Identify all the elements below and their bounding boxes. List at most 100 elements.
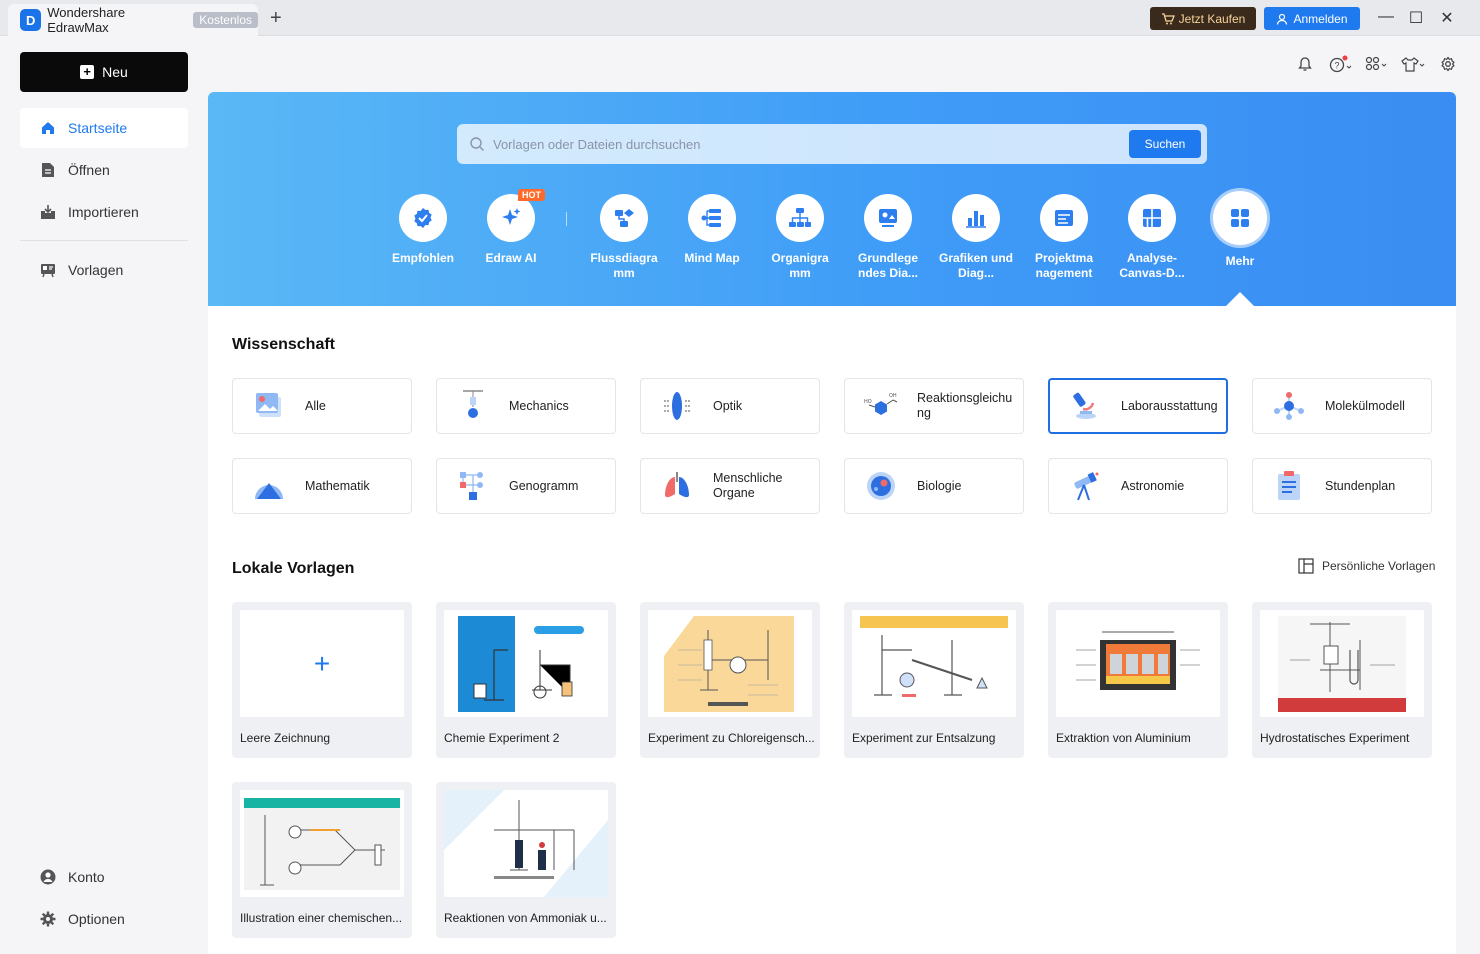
microscope-icon	[1067, 388, 1103, 424]
sidebar-item-label: Öffnen	[68, 162, 110, 178]
blank-thumbnail: +	[240, 610, 404, 717]
science-card-genogram[interactable]: Genogramm	[436, 458, 616, 514]
search-icon	[470, 137, 484, 151]
category-graphs-charts[interactable]: Grafiken und Diag...	[936, 192, 1016, 281]
personal-templates-link[interactable]: Persönliche Vorlagen	[1298, 558, 1435, 574]
local-templates-title: Lokale Vorlagen	[232, 560, 355, 577]
sidebar-item-options[interactable]: Optionen	[20, 899, 188, 939]
template-label: Reaktionen von Ammoniak u...	[444, 911, 607, 925]
science-card-label: Reaktionsgleichu ng	[917, 391, 1013, 420]
science-card-mechanics[interactable]: Mechanics	[436, 378, 616, 434]
basic-diagram-icon	[864, 194, 912, 242]
template-card[interactable]: Hydrostatisches Experiment	[1252, 602, 1432, 758]
science-card-biology[interactable]: Biologie	[844, 458, 1024, 514]
flowchart-icon	[600, 194, 648, 242]
category-analysis-canvas[interactable]: Analyse-Canvas-D...	[1112, 192, 1192, 281]
close-window-button[interactable]: ✕	[1437, 8, 1457, 28]
template-thumbnail	[852, 610, 1016, 717]
gear-icon	[40, 911, 56, 927]
category-flowchart[interactable]: Flussdiagra mm	[584, 192, 664, 281]
sidebar-item-templates[interactable]: Vorlagen	[20, 250, 188, 290]
maximize-button[interactable]: ☐	[1406, 8, 1426, 28]
app-title: Wondershare EdrawMax	[47, 5, 126, 35]
recommended-icon	[399, 194, 447, 242]
login-button[interactable]: Anmelden	[1264, 7, 1360, 30]
search-bar: Suchen	[457, 124, 1207, 164]
cart-icon	[1161, 12, 1175, 24]
category-divider	[566, 212, 567, 226]
category-edraw-ai[interactable]: HOT Edraw AI	[471, 189, 551, 266]
template-card[interactable]: Experiment zur Entsalzung	[844, 602, 1024, 758]
template-label: Extraktion von Aluminium	[1056, 731, 1191, 745]
title-bar: D Wondershare EdrawMax Kostenlos + Jetzt…	[0, 0, 1480, 36]
svg-text:OH: OH	[889, 393, 897, 399]
apps-grid-icon[interactable]	[1364, 54, 1390, 74]
layout-icon	[1298, 558, 1314, 574]
molecule-formula-icon: HO OH	[863, 388, 899, 424]
sidebar-item-label: Startseite	[68, 120, 128, 136]
new-tab-button[interactable]: +	[270, 8, 282, 28]
plus-icon: +	[80, 65, 95, 79]
sidebar-item-home[interactable]: Startseite	[20, 108, 188, 148]
sidebar-item-account[interactable]: Konto	[20, 857, 188, 897]
science-card-molecule-model[interactable]: Molekülmodell	[1252, 378, 1432, 434]
science-card-label: Mathematik	[305, 478, 370, 493]
sidebar-item-open[interactable]: Öffnen	[20, 150, 188, 190]
category-label: Grundlege ndes Dia...	[857, 251, 919, 280]
category-org-chart[interactable]: Organigra mm	[760, 192, 840, 281]
template-card[interactable]: Extraktion von Aluminium	[1048, 602, 1228, 758]
science-card-optics[interactable]: Optik	[640, 378, 820, 434]
science-card-label: Alle	[305, 398, 326, 413]
template-thumbnail	[648, 610, 812, 717]
category-label: Projektma nagement	[1034, 251, 1094, 280]
science-card-label: Astronomie	[1121, 478, 1185, 493]
app-tab[interactable]: D Wondershare EdrawMax Kostenlos	[8, 4, 258, 36]
template-card[interactable]: Illustration einer chemischen...	[232, 782, 412, 938]
sidebar-divider	[20, 240, 188, 241]
sidebar-item-import[interactable]: Importieren	[20, 192, 188, 232]
science-card-label: Mechanics	[509, 398, 569, 413]
bar-chart-icon	[952, 194, 1000, 242]
search-button[interactable]: Suchen	[1129, 130, 1201, 158]
category-mind-map[interactable]: Mind Map	[672, 192, 752, 266]
science-card-reaction-equation[interactable]: HO OH Reaktionsgleichu ng	[844, 378, 1024, 434]
buy-now-button[interactable]: Jetzt Kaufen	[1150, 7, 1256, 30]
template-card[interactable]: Reaktionen von Ammoniak u...	[436, 782, 616, 938]
telescope-icon	[1067, 468, 1103, 504]
science-card-label: Laborausstattung	[1121, 398, 1218, 413]
help-icon[interactable]: ?	[1328, 54, 1354, 74]
sidebar: + Neu Startseite Öffnen Importieren Vorl…	[0, 37, 208, 954]
science-card-label: Molekülmodell	[1325, 398, 1405, 413]
svg-text:HO: HO	[864, 399, 872, 405]
science-card-mathematics[interactable]: Mathematik	[232, 458, 412, 514]
template-label: Experiment zu Chloreigensch...	[648, 731, 815, 745]
template-card[interactable]: Chemie Experiment 2	[436, 602, 616, 758]
minimize-button[interactable]: —	[1376, 8, 1396, 26]
new-document-button[interactable]: + Neu	[20, 52, 188, 92]
settings-gear-icon[interactable]	[1437, 54, 1459, 74]
template-thumbnail	[1056, 610, 1220, 717]
science-card-label: Stundenplan	[1325, 478, 1396, 493]
category-basic-diagram[interactable]: Grundlege ndes Dia...	[848, 192, 928, 281]
search-input[interactable]	[493, 136, 1113, 152]
template-thumbnail	[240, 790, 404, 897]
science-card-all[interactable]: Alle	[232, 378, 412, 434]
canvas-icon	[1128, 194, 1176, 242]
science-card-astronomy[interactable]: Astronomie	[1048, 458, 1228, 514]
category-label: Grafiken und Diag...	[938, 251, 1013, 280]
template-card[interactable]: Experiment zu Chloreigensch...	[640, 602, 820, 758]
category-more[interactable]: Mehr	[1200, 191, 1280, 269]
science-card-timetable[interactable]: Stundenplan	[1252, 458, 1432, 514]
svg-text:?: ?	[1334, 61, 1339, 71]
sidebar-item-label: Konto	[68, 869, 105, 885]
science-card-human-organs[interactable]: Menschliche Organe	[640, 458, 820, 514]
template-card-blank[interactable]: + Leere Zeichnung	[232, 602, 412, 758]
notification-bell-icon[interactable]	[1294, 54, 1316, 74]
category-project-management[interactable]: Projektma nagement	[1024, 192, 1104, 281]
template-label: Experiment zur Entsalzung	[852, 731, 996, 745]
edrawmax-logo-icon: D	[20, 9, 42, 31]
category-recommended[interactable]: Empfohlen	[383, 192, 463, 266]
science-section-title: Wissenschaft	[232, 336, 335, 353]
shirt-theme-icon[interactable]	[1400, 54, 1426, 74]
science-card-lab-equipment[interactable]: Laborausstattung	[1048, 378, 1228, 434]
